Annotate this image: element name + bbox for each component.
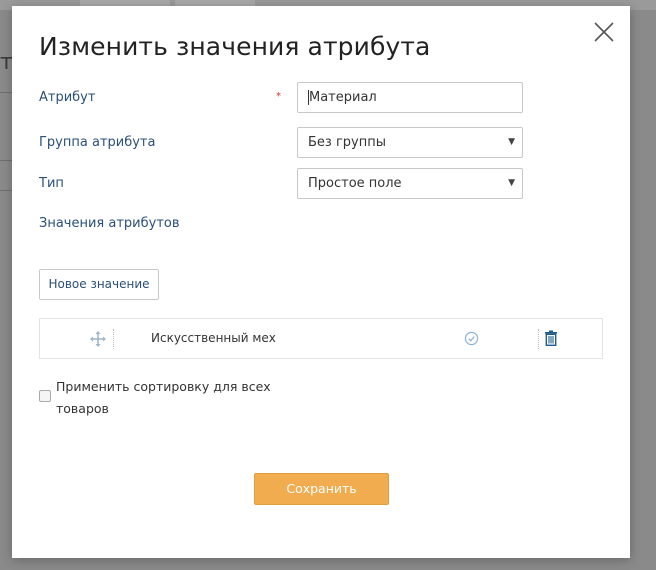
save-button[interactable]: Сохранить [254, 473, 389, 505]
modal-title: Изменить значения атрибута [39, 32, 431, 61]
new-value-button[interactable]: Новое значение [39, 269, 159, 300]
row-divider [538, 329, 539, 349]
attribute-group-label: Группа атрибута [39, 135, 156, 150]
attribute-values-list: Искусственный мех [39, 318, 603, 359]
attribute-label: Атрибут [39, 90, 96, 105]
attribute-input-value: Материал [308, 90, 377, 105]
attribute-value-text: Искусственный мех [151, 331, 276, 345]
apply-sort-checkbox[interactable] [39, 390, 51, 402]
close-button[interactable] [592, 20, 616, 44]
drag-icon[interactable] [90, 331, 106, 347]
trash-icon[interactable] [544, 330, 558, 346]
close-icon [594, 22, 614, 42]
attribute-values-label: Значения атрибутов [39, 216, 180, 231]
attribute-group-select[interactable]: Без группы ▼ [297, 127, 523, 158]
edit-attribute-modal: Изменить значения атрибута Атрибут * Мат… [12, 6, 630, 558]
row-divider [113, 329, 114, 349]
select-arrow-icon: ▼ [508, 137, 515, 147]
type-select[interactable]: Простое поле ▼ [297, 168, 523, 199]
select-arrow-icon: ▼ [508, 178, 515, 188]
required-marker: * [276, 91, 281, 102]
background-page-letter: т [0, 50, 13, 75]
type-selected: Простое поле [308, 176, 402, 191]
check-circle-icon[interactable] [464, 331, 479, 346]
type-label: Тип [39, 176, 64, 191]
attribute-group-selected: Без группы [308, 135, 386, 150]
apply-sort-label: Применить сортировку для всех товаров [56, 379, 271, 416]
attribute-input[interactable]: Материал [297, 82, 523, 113]
